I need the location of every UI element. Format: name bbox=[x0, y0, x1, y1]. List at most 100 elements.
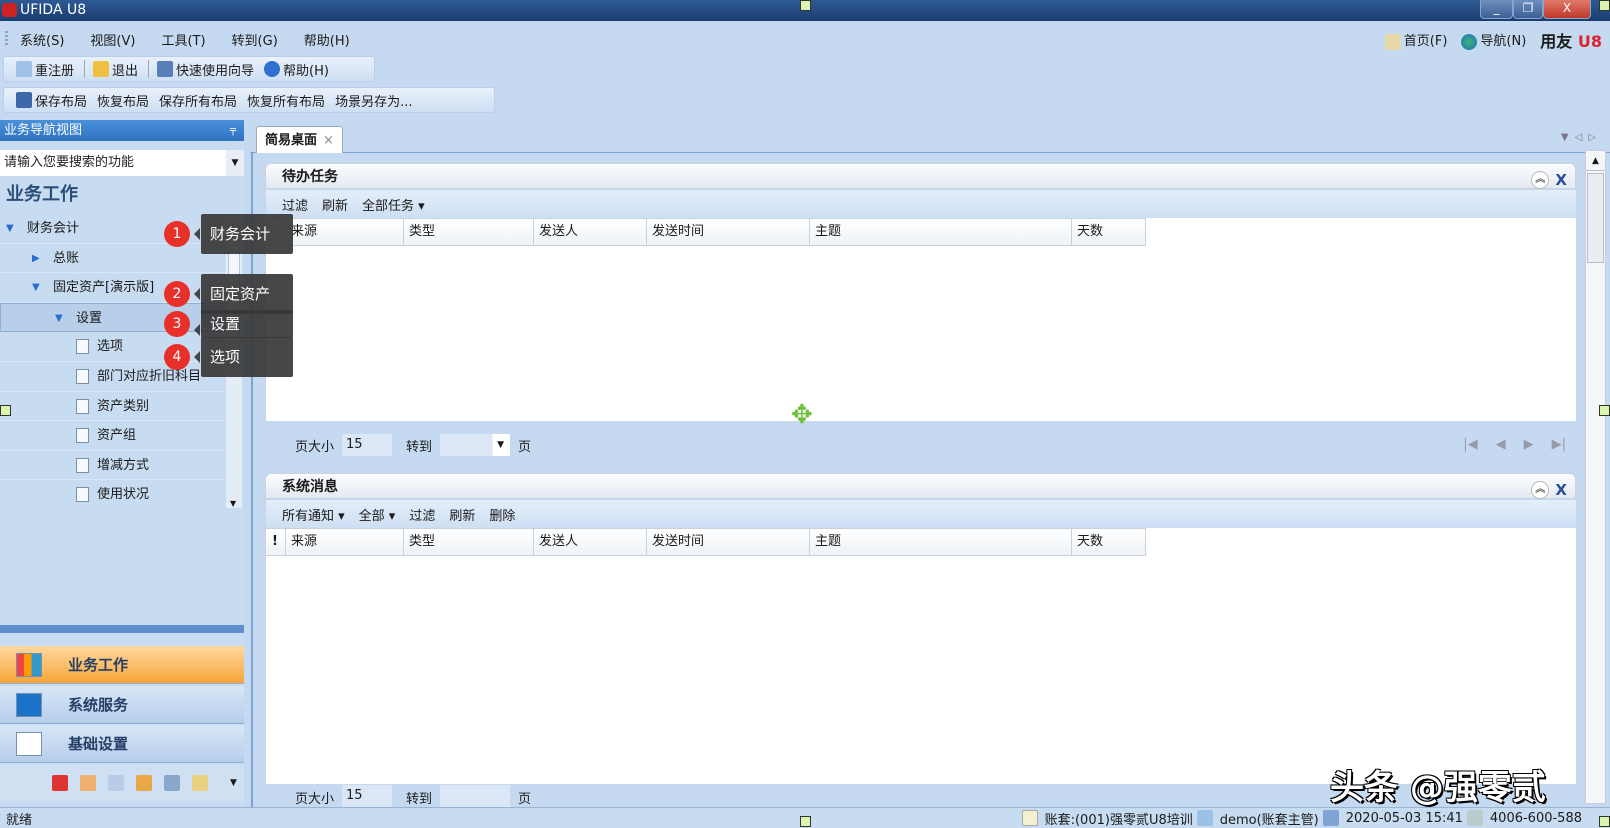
filter-button[interactable]: 过滤 bbox=[282, 195, 308, 214]
tree-item[interactable]: 使用状况 bbox=[0, 480, 226, 508]
nav-system-service[interactable]: 系统服务 bbox=[0, 686, 244, 724]
col-source[interactable]: 来源 bbox=[286, 528, 404, 556]
expanded-arrow-icon[interactable]: ▼ bbox=[32, 273, 40, 302]
first-page-icon[interactable]: |◀ bbox=[1463, 437, 1477, 452]
delete-button[interactable]: 删除 bbox=[489, 505, 515, 524]
col-flag[interactable]: ! bbox=[266, 528, 286, 556]
last-page-icon[interactable]: ▶| bbox=[1552, 437, 1566, 452]
tree-item[interactable]: 资产类别 bbox=[0, 392, 226, 422]
expanded-arrow-icon[interactable]: ▼ bbox=[55, 304, 63, 333]
all-dropdown[interactable]: 全部 ▾ bbox=[359, 505, 396, 524]
chevron-down-icon[interactable]: ▼ bbox=[226, 150, 244, 176]
nav-business-work[interactable]: 业务工作 bbox=[0, 646, 244, 684]
watermark: 头条 @强零贰 bbox=[1330, 768, 1546, 808]
todo-panel-header: 待办任务 ︽ X bbox=[265, 163, 1576, 189]
save-all-layouts-button[interactable]: 保存所有布局 bbox=[159, 91, 237, 110]
restore-all-layouts-button[interactable]: 恢复所有布局 bbox=[247, 91, 325, 110]
desktop-content: 待办任务 ︽ X 过滤 刷新 全部任务 ▾ 来源 类型 发送人 发送时间 主题 天… bbox=[251, 153, 1581, 807]
todo-grid: 来源 类型 发送人 发送时间 主题 天数 bbox=[265, 218, 1576, 421]
restore-button[interactable]: ❐ bbox=[1513, 0, 1543, 19]
close-button[interactable]: X bbox=[1543, 0, 1591, 19]
col-sender[interactable]: 发送人 bbox=[534, 218, 647, 246]
tab-scroll-controls[interactable]: ▼◁▷ bbox=[1561, 132, 1602, 143]
prev-page-icon[interactable]: ◀ bbox=[1496, 437, 1506, 452]
save-scene-as-button[interactable]: 场景另存为... bbox=[335, 91, 412, 110]
minimize-button[interactable]: _ bbox=[1480, 0, 1513, 19]
tree-item[interactable]: ▼ 固定资产[演示版] bbox=[0, 273, 226, 303]
page-size-input[interactable]: 15 bbox=[342, 785, 393, 807]
desktop-scrollbar[interactable]: ▲ bbox=[1585, 150, 1606, 804]
tree-item[interactable]: 增减方式 bbox=[0, 451, 226, 481]
splitter-handle[interactable] bbox=[0, 625, 244, 633]
col-send-time[interactable]: 发送时间 bbox=[647, 218, 810, 246]
col-source[interactable]: 来源 bbox=[286, 218, 404, 246]
col-type[interactable]: 类型 bbox=[404, 528, 534, 556]
goto-page-select[interactable] bbox=[440, 785, 511, 807]
resize-handle bbox=[1599, 0, 1610, 11]
tree-item[interactable]: ▼ 设置 bbox=[0, 302, 226, 333]
step-number-badge: 4 bbox=[164, 344, 190, 370]
collapsed-arrow-icon[interactable]: ▶ bbox=[32, 244, 40, 273]
quick-guide-button[interactable]: 快速使用向导 bbox=[157, 60, 254, 79]
nav-basic-settings[interactable]: 基础设置 bbox=[0, 725, 244, 763]
more-chevron-icon[interactable]: ▼ bbox=[230, 778, 237, 788]
menu-help[interactable]: 帮助(H) bbox=[304, 30, 350, 49]
function-search-input[interactable]: 请输入您要搜索的功能 ▼ bbox=[0, 150, 244, 176]
menu-view[interactable]: 视图(V) bbox=[90, 30, 135, 49]
refresh-button[interactable]: 刷新 bbox=[322, 195, 348, 214]
tree-item-label: 资产组 bbox=[97, 428, 137, 444]
close-tab-icon[interactable]: × bbox=[323, 133, 334, 148]
filter-button[interactable]: 过滤 bbox=[409, 505, 435, 524]
document-icon[interactable] bbox=[80, 775, 96, 791]
refresh-button[interactable]: 刷新 bbox=[449, 505, 475, 524]
pin-icon[interactable]: ╤ bbox=[230, 120, 236, 141]
menu-system[interactable]: 系统(S) bbox=[20, 30, 64, 49]
stop-icon[interactable] bbox=[52, 775, 68, 791]
col-subject[interactable]: 主题 bbox=[810, 218, 1072, 246]
resize-handle bbox=[800, 0, 811, 11]
messages-grid-header: ! 来源 类型 发送人 发送时间 主题 天数 bbox=[266, 528, 1576, 556]
help-button[interactable]: 帮助(H) bbox=[264, 60, 329, 79]
col-days[interactable]: 天数 bbox=[1072, 218, 1146, 246]
org-chart-icon[interactable] bbox=[136, 775, 152, 791]
tab-simple-desktop[interactable]: 简易桌面 × bbox=[256, 126, 343, 153]
col-sender[interactable]: 发送人 bbox=[534, 528, 647, 556]
tree-item[interactable]: 部门对应折旧科目 bbox=[0, 362, 226, 392]
collapse-icon[interactable]: ︽ bbox=[1531, 171, 1550, 189]
save-layout-button[interactable]: 保存布局 bbox=[16, 91, 87, 110]
all-notices-dropdown[interactable]: 所有通知 ▾ bbox=[282, 505, 345, 524]
tree-item[interactable]: 选项 bbox=[0, 332, 226, 362]
home-link[interactable]: 首页(F) bbox=[1384, 30, 1447, 50]
step-number-badge: 2 bbox=[164, 281, 190, 307]
image-icon[interactable] bbox=[192, 775, 208, 791]
goto-page-select[interactable]: ▼ bbox=[440, 434, 511, 456]
globe-icon bbox=[1461, 33, 1478, 50]
calendar-icon[interactable] bbox=[108, 775, 124, 791]
tree-item[interactable]: ▼ 财务会计 bbox=[0, 214, 226, 244]
col-days[interactable]: 天数 bbox=[1072, 528, 1146, 556]
col-send-time[interactable]: 发送时间 bbox=[647, 528, 810, 556]
windows-icon[interactable] bbox=[164, 775, 180, 791]
restore-layout-button[interactable]: 恢复布局 bbox=[97, 91, 149, 110]
col-type[interactable]: 类型 bbox=[404, 218, 534, 246]
move-cursor-icon: ✥ bbox=[791, 400, 813, 430]
menu-bar: 系统(S) 视图(V) 工具(T) 转到(G) 帮助(H) bbox=[0, 26, 1610, 52]
collapse-icon[interactable]: ︽ bbox=[1531, 481, 1550, 499]
exit-button[interactable]: 退出 bbox=[93, 60, 138, 79]
tree-item[interactable]: 资产组 bbox=[0, 421, 226, 451]
document-icon bbox=[76, 339, 89, 355]
navigation-link[interactable]: 导航(N) bbox=[1461, 30, 1526, 50]
page-size-input[interactable]: 15 bbox=[342, 434, 393, 456]
next-page-icon[interactable]: ▶ bbox=[1524, 437, 1534, 452]
expanded-arrow-icon[interactable]: ▼ bbox=[6, 214, 14, 243]
tree-item[interactable]: ▶ 总账 bbox=[0, 244, 226, 274]
all-tasks-dropdown[interactable]: 全部任务 ▾ bbox=[362, 195, 425, 214]
menu-goto[interactable]: 转到(G) bbox=[232, 30, 278, 49]
step-tooltip: 选项 bbox=[194, 337, 293, 377]
menu-tools[interactable]: 工具(T) bbox=[161, 30, 205, 49]
relogin-button[interactable]: 重注册 bbox=[16, 60, 74, 79]
col-subject[interactable]: 主题 bbox=[810, 528, 1072, 556]
nav-shortcut-icons: ▼ bbox=[0, 765, 244, 801]
step-tooltip: 财务会计 bbox=[194, 214, 293, 254]
messages-grid: ! 来源 类型 发送人 发送时间 主题 天数 bbox=[265, 528, 1576, 784]
